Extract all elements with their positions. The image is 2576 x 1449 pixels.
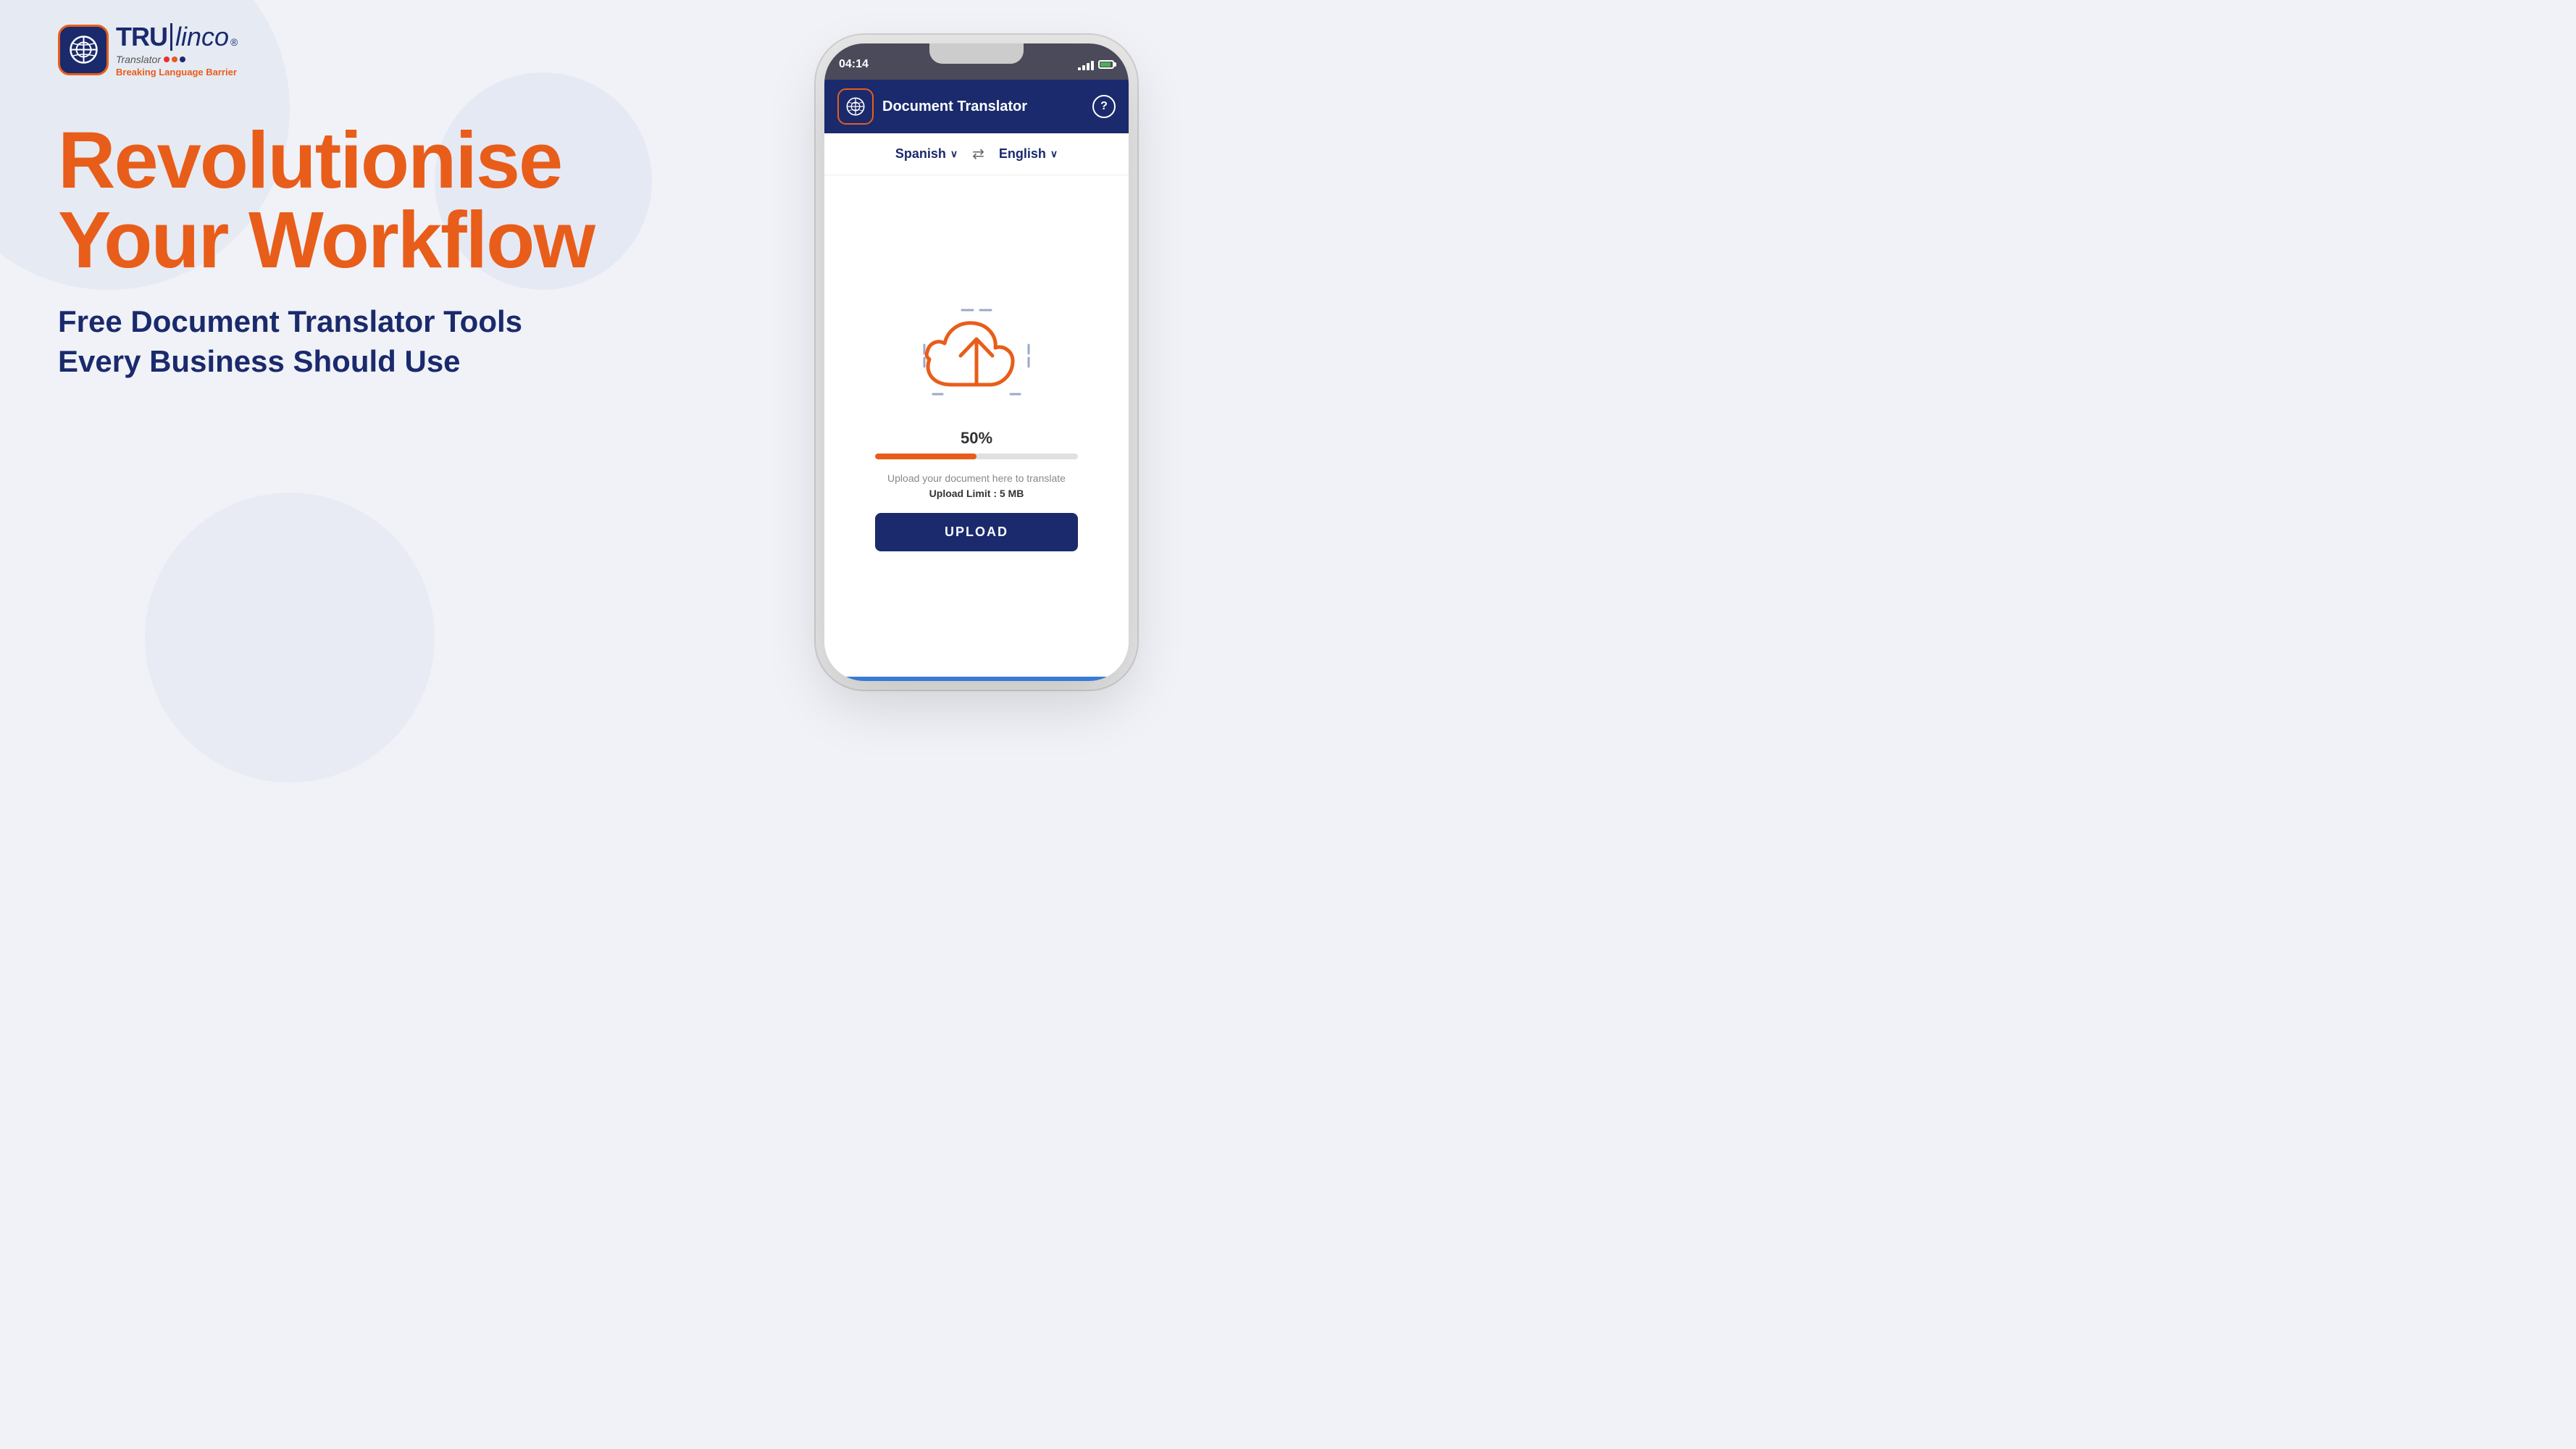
source-language-chevron-icon: ∨ [950,148,958,160]
dot-red [164,57,170,62]
logo-tagline: Breaking Language Barrier [116,67,238,78]
logo-translator-text: Translator [116,54,161,65]
upload-description-text: Upload your document here to translate [887,471,1066,486]
hero-subheading: Free Document Translator Tools Every Bus… [58,302,681,381]
target-language-selector[interactable]: English ∨ [999,146,1058,162]
target-language-chevron-icon: ∨ [1050,148,1058,160]
app-header-help-button[interactable]: ? [1092,95,1116,118]
dot-orange [172,57,177,62]
logo-divider [170,23,172,51]
app-header-title: Document Translator [882,99,1084,115]
progress-bar-background [875,454,1078,459]
phone-bottom-bar [824,677,1129,681]
app-header-icon [837,88,874,125]
logo-text-area: TRU linco ® Translator Breaking Language… [116,22,238,78]
signal-bar-4 [1091,61,1094,70]
logo-brand: TRU linco ® [116,22,238,52]
source-language-label: Spanish [895,146,946,162]
progress-bar-fill [875,454,977,459]
dot-blue [180,57,185,62]
battery-icon [1098,60,1114,69]
app-logo-icon [845,96,866,117]
app-header: Document Translator ? [824,80,1129,133]
phone-notch [929,43,1024,64]
signal-bar-2 [1082,65,1085,70]
hero-heading-line1: Revolutionise [58,121,681,201]
signal-bars-icon [1078,59,1094,70]
upload-description: Upload your document here to translate U… [887,471,1066,501]
battery-fill [1100,62,1111,67]
signal-bar-1 [1078,67,1081,70]
swap-languages-icon[interactable]: ⇄ [972,145,984,163]
progress-percentage: 50% [875,429,1078,448]
upload-button[interactable]: UPLOAD [875,513,1078,551]
logo-icon [58,25,109,75]
hero-heading: Revolutionise Your Workflow [58,121,681,280]
logo-dots [164,57,185,62]
target-language-label: English [999,146,1046,162]
logo-subtitle-row: Translator [116,54,238,65]
logo-linco-text: linco [175,22,229,52]
cloud-upload-svg [911,301,1042,417]
left-section: TRU linco ® Translator Breaking Language… [58,0,681,724]
signal-bar-3 [1087,63,1090,70]
hero-heading-line2: Your Workflow [58,201,681,280]
language-selector-row: Spanish ∨ ⇄ English ∨ [824,133,1129,175]
phone-frame: 04:14 [824,43,1129,681]
cloud-upload-icon [911,301,1042,417]
source-language-selector[interactable]: Spanish ∨ [895,146,958,162]
progress-container: 50% [875,429,1078,459]
logo-svg-icon [67,33,100,66]
upload-limit-text: Upload Limit : 5 MB [887,486,1066,501]
phone-mockup-section: 04:14 [694,14,1259,710]
hero-subheading-line2: Every Business Should Use [58,342,681,382]
upload-area: 50% Upload your document here to transla… [824,175,1129,677]
logo-tru-text: TRU [116,22,167,52]
hero-subheading-line1: Free Document Translator Tools [58,302,681,342]
status-time: 04:14 [839,58,869,71]
status-icons [1078,59,1114,70]
logo-area: TRU linco ® Translator Breaking Language… [58,22,681,78]
logo-registered: ® [230,36,238,48]
